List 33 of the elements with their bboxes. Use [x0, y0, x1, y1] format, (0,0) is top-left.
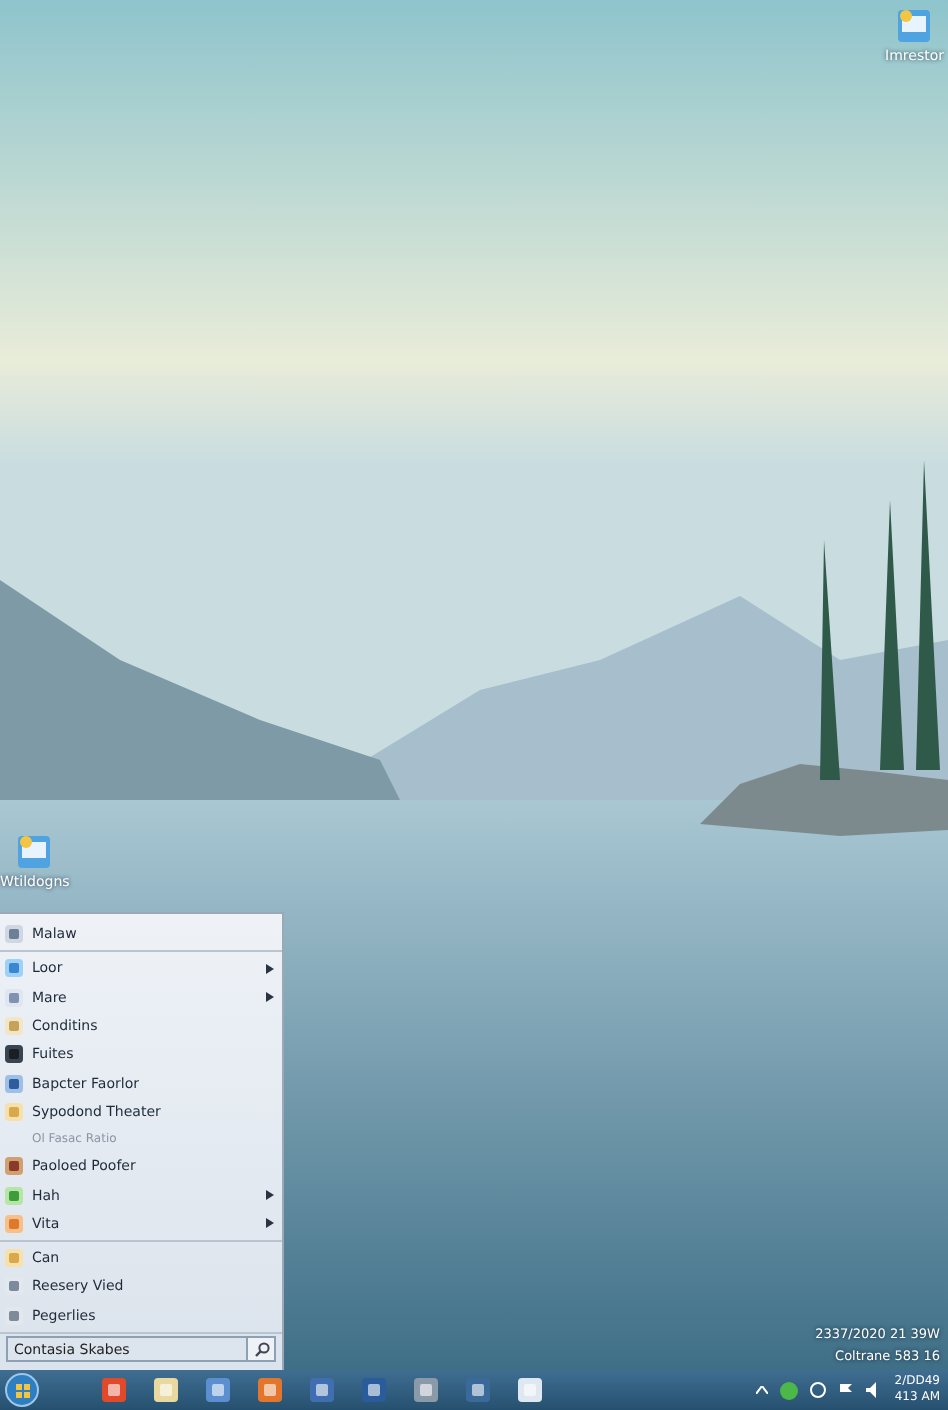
program-icon	[4, 1073, 24, 1094]
tray-clock-icon[interactable]	[810, 1382, 827, 1398]
taskbar-app-icon[interactable]	[512, 1372, 548, 1408]
search-icon	[253, 1341, 269, 1357]
program-icon	[4, 1276, 24, 1297]
taskbar-app-icon[interactable]	[96, 1372, 132, 1408]
program-icon	[4, 987, 24, 1008]
program-icon	[4, 1044, 24, 1065]
program-icon	[4, 924, 24, 945]
program-icon	[4, 1156, 24, 1177]
tray-status-icon[interactable]	[780, 1381, 799, 1399]
flag-icon[interactable]	[838, 1382, 855, 1398]
taskbar-app-icon[interactable]	[148, 1372, 184, 1408]
taskbar-app-icon[interactable]	[252, 1372, 288, 1408]
program-icon	[4, 958, 24, 979]
program-icon	[4, 1305, 24, 1326]
program-icon	[4, 1213, 24, 1234]
program-icon	[4, 1248, 24, 1269]
taskbar-app-icon[interactable]	[408, 1372, 444, 1408]
program-icon	[4, 1101, 24, 1122]
taskbar-app-icon[interactable]	[200, 1372, 236, 1408]
program-icon	[4, 1016, 24, 1037]
tray-caret-icon[interactable]	[756, 1386, 769, 1394]
start-orb-icon[interactable]	[4, 1372, 40, 1408]
taskbar-app-icon[interactable]	[460, 1372, 496, 1408]
submenu-arrow-icon	[266, 1190, 274, 1201]
taskbar-app-icon[interactable]	[356, 1372, 392, 1408]
search-button[interactable]	[248, 1336, 276, 1362]
submenu-arrow-icon	[266, 992, 274, 1003]
submenu-arrow-icon	[266, 963, 274, 974]
taskbar-app-icon[interactable]	[304, 1372, 340, 1408]
program-icon	[4, 1185, 24, 1206]
submenu-arrow-icon	[266, 1218, 274, 1229]
